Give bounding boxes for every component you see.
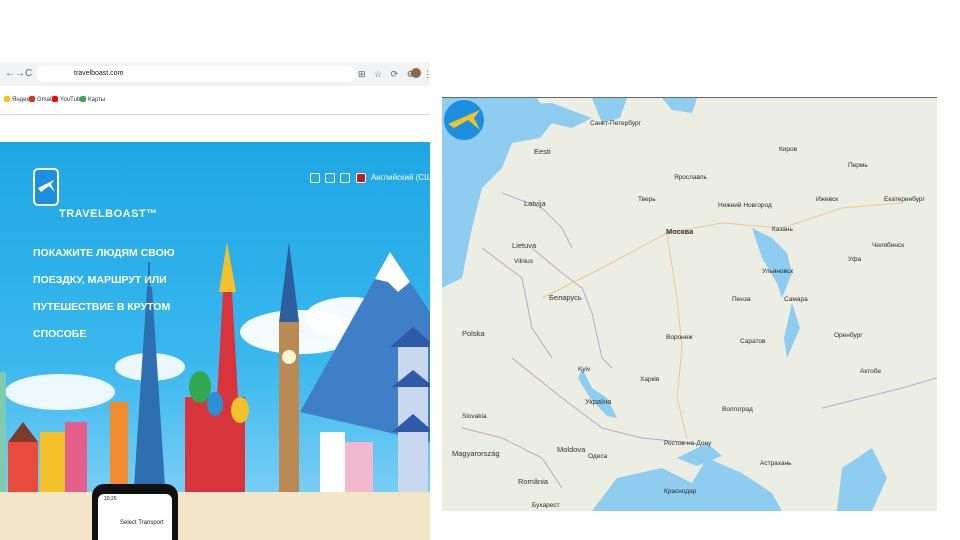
map-label: Казань <box>772 226 793 233</box>
plane-icon <box>38 180 55 192</box>
bookmarks-bar: Яндекс Gmail YouTube Карты <box>0 86 430 115</box>
bookmark-youtube[interactable]: YouTube <box>52 95 84 105</box>
instagram-icon[interactable] <box>325 173 336 183</box>
map-label: Kyiv <box>578 366 591 373</box>
map-label: Пенза <box>732 296 751 303</box>
forward-button[interactable]: → <box>15 67 25 81</box>
map-label: România <box>518 477 549 486</box>
bookmark-maps[interactable]: Карты <box>80 95 105 105</box>
map-label: Ярославль <box>674 174 708 181</box>
travelboast-hero: TRAVELBOAST™ ПОКАЖИТЕ ЛЮДЯМ СВОЮ ПОЕЗДКУ… <box>0 142 430 540</box>
map-label: Бухарест <box>532 502 560 509</box>
browser-toolbar: ← → C travelboast.com ⊞ ☆ ⟳ ⚙ ⋮ <box>0 62 430 86</box>
map-label: Нижний Новгород <box>718 202 772 209</box>
map-label: Polska <box>462 329 485 338</box>
map-label: Астрахань <box>760 460 792 467</box>
map-label: Ульяновск <box>762 268 794 275</box>
gmail-icon <box>29 96 35 103</box>
map-label: Оренбург <box>834 332 863 339</box>
map-label: Eesti <box>534 147 551 156</box>
map-label: Ижевск <box>816 196 839 203</box>
travelboast-logo-icon[interactable] <box>33 168 59 206</box>
map-label: Екатеринбург <box>884 196 925 203</box>
map-label: Ростов-на-Дону <box>664 440 712 447</box>
language-label[interactable]: Английский (США) <box>371 173 430 182</box>
maps-icon <box>80 96 86 103</box>
map-label: Актобе <box>860 368 882 375</box>
address-bar[interactable]: travelboast.com <box>36 66 356 82</box>
map-label: Україна <box>585 397 612 406</box>
map-label: Одеса <box>588 453 608 460</box>
map-basemap <box>442 98 937 511</box>
map-label: Москва <box>666 227 694 236</box>
map-label: Самара <box>784 296 808 303</box>
map-label: Харків <box>640 376 660 383</box>
map-label: Беларусь <box>549 293 582 302</box>
back-button[interactable]: ← <box>5 67 15 81</box>
map-label: Lietuva <box>512 241 537 250</box>
map-label: Пермь <box>848 162 868 169</box>
map-label: Санкт-Петербург <box>590 120 641 127</box>
map-label: Vilnius <box>514 258 534 265</box>
language-switcher[interactable]: Английский (США) <box>310 173 430 183</box>
yandex-icon <box>4 96 10 103</box>
phone-mockup: 10:20 Select Transport <box>92 484 178 540</box>
map-label: Челябинск <box>872 242 905 249</box>
hero-headline: ПОКАЖИТЕ ЛЮДЯМ СВОЮ ПОЕЗДКУ, МАРШРУТ ИЛИ… <box>33 247 175 340</box>
youtube-icon <box>52 96 58 103</box>
map-label: Киров <box>779 146 798 153</box>
url-text[interactable]: travelboast.com <box>74 68 123 80</box>
map-label: Slovakia <box>462 413 487 420</box>
bookmark-gmail[interactable]: Gmail <box>29 95 53 105</box>
plane-icon <box>444 100 484 140</box>
phone-time: 10:20 <box>104 496 117 502</box>
map-label: Уфа <box>848 256 862 263</box>
map-label: Тверь <box>638 196 656 203</box>
map-label: Волгоград <box>722 406 753 413</box>
map-label: Magyarország <box>452 449 500 458</box>
map-label: Воронеж <box>666 334 693 341</box>
route-map[interactable]: Санкт-Петербург Eesti Latvija Lietuva Vi… <box>442 97 937 511</box>
facebook-icon[interactable] <box>310 173 320 183</box>
reload-button[interactable]: C <box>25 67 32 81</box>
map-label: Краснодар <box>664 488 697 495</box>
map-label: Moldova <box>557 445 586 454</box>
select-transport-button[interactable]: Select Transport <box>120 520 164 526</box>
mail-icon[interactable] <box>340 173 351 183</box>
profile-avatar[interactable] <box>411 68 421 78</box>
travelboast-logo[interactable]: TRAVELBOAST™ <box>59 208 158 220</box>
phone-screen: 10:20 Select Transport <box>98 494 172 540</box>
map-label: Саратов <box>740 338 766 345</box>
map-label: Latvija <box>524 199 546 208</box>
browser-screenshot: ← → C travelboast.com ⊞ ☆ ⟳ ⚙ ⋮ Яндекс G… <box>0 62 430 540</box>
bookmark-yandex[interactable]: Яндекс <box>4 95 32 105</box>
us-flag-icon <box>355 173 366 183</box>
